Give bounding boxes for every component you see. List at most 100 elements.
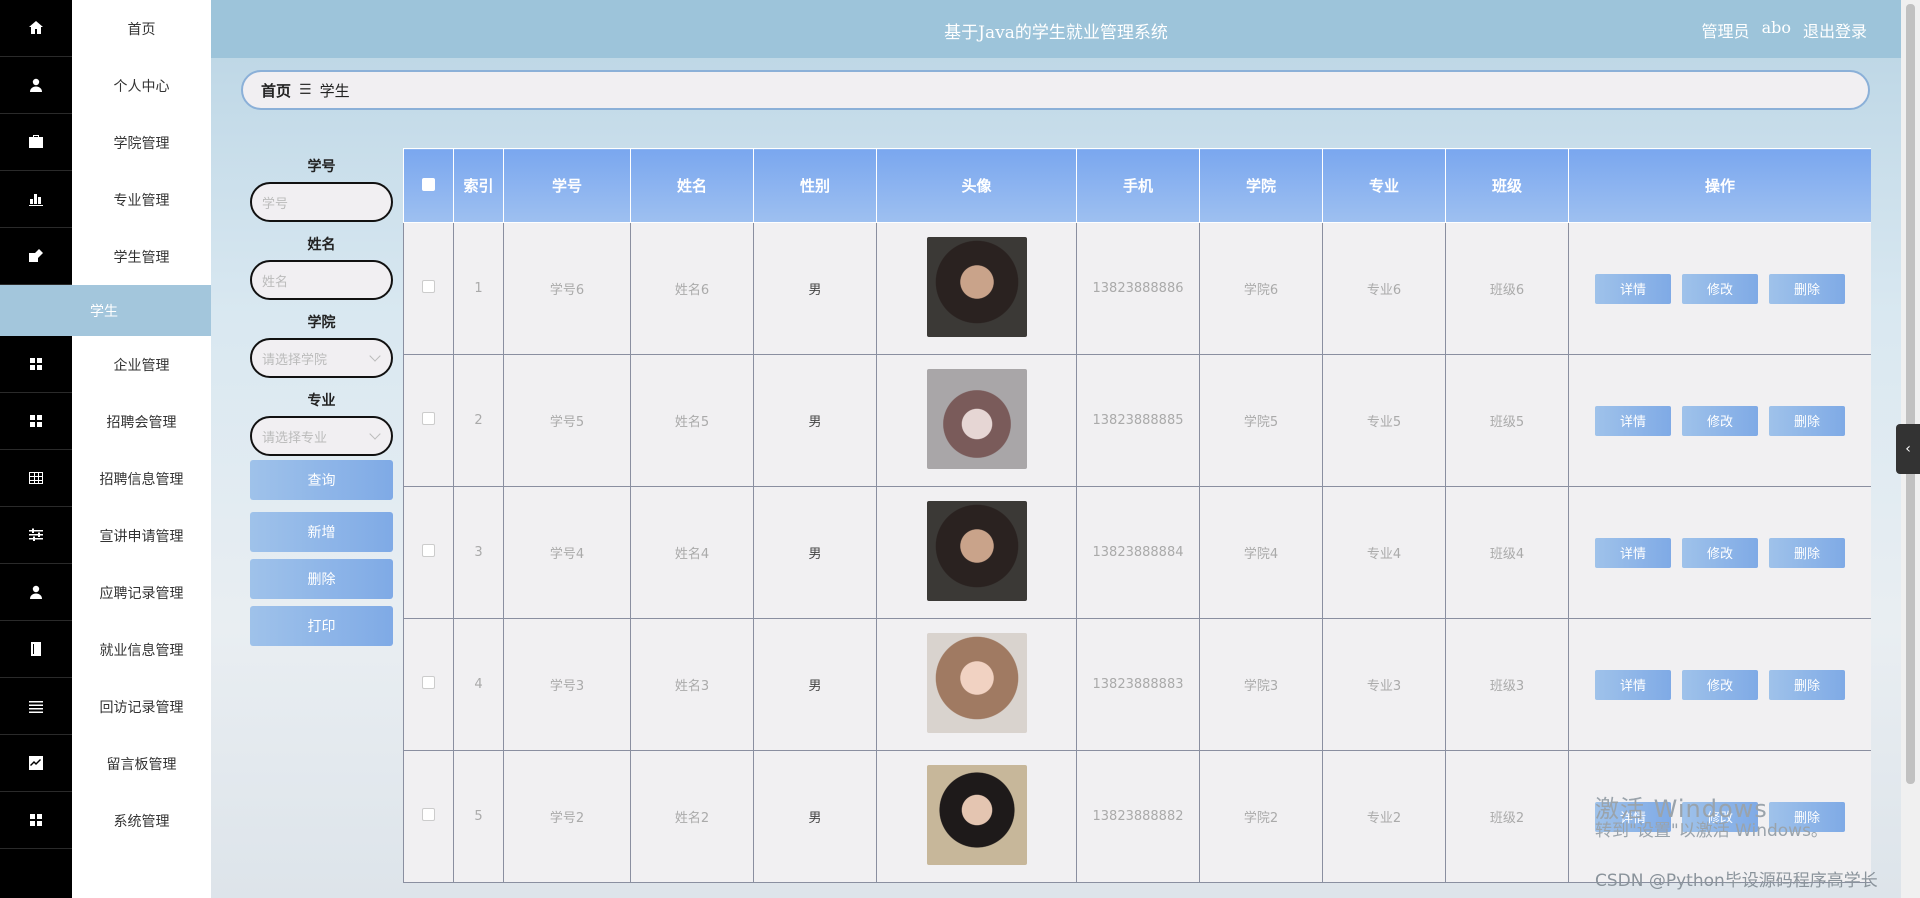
- avatar[interactable]: [926, 368, 1027, 469]
- row-checkbox-cell: [403, 486, 454, 619]
- row-checkbox[interactable]: [422, 412, 435, 425]
- edit-button[interactable]: 修改: [1682, 273, 1758, 304]
- major-label: 专业: [307, 393, 336, 409]
- select-all-checkbox[interactable]: [422, 177, 435, 191]
- cell-phone: 13823888885: [1076, 354, 1200, 487]
- print-button[interactable]: 打印: [250, 606, 393, 646]
- query-button[interactable]: 查询: [250, 460, 393, 500]
- sidebar-item-revisit[interactable]: 回访记录管理: [72, 678, 211, 735]
- sidebar-item-jobfair[interactable]: 招聘会管理: [72, 393, 211, 450]
- header-sex: 性别: [753, 148, 877, 223]
- college-label: 学院: [307, 315, 336, 331]
- edit-button[interactable]: 修改: [1682, 801, 1758, 832]
- cell-student-no: 学号3: [503, 618, 631, 751]
- csdn-watermark: CSDN @Python毕设源码程序高学长: [1595, 871, 1878, 891]
- sliders-icon[interactable]: [0, 507, 72, 564]
- sidebar-item-messages[interactable]: 留言板管理: [72, 735, 211, 792]
- cell-name: 姓名6: [630, 222, 754, 355]
- student-table-container: 索引 学号 姓名 性别 头像 手机 学院 专业 班级 操作 1 学号6 姓名6 …: [403, 148, 1871, 898]
- cell-actions: 详情 修改 删除: [1568, 750, 1871, 883]
- home-icon[interactable]: [0, 0, 72, 57]
- scrollbar-thumb[interactable]: [1906, 4, 1915, 784]
- sidebar-item-recruit-info[interactable]: 招聘信息管理: [72, 450, 211, 507]
- student-no-input[interactable]: 学号: [250, 182, 393, 222]
- briefcase-icon[interactable]: [0, 114, 72, 171]
- cell-major: 专业3: [1322, 618, 1446, 751]
- list-icon[interactable]: [0, 678, 72, 735]
- user-icon[interactable]: [0, 564, 72, 621]
- table-icon[interactable]: [0, 450, 72, 507]
- sidebar-item-application[interactable]: 应聘记录管理: [72, 564, 211, 621]
- avatar[interactable]: [926, 632, 1027, 733]
- detail-button[interactable]: 详情: [1595, 669, 1671, 700]
- cell-college: 学院6: [1199, 222, 1323, 355]
- delete-button[interactable]: 删除: [1769, 273, 1845, 304]
- cell-index: 4: [453, 618, 504, 751]
- detail-button[interactable]: 详情: [1595, 537, 1671, 568]
- cell-index: 5: [453, 750, 504, 883]
- bar-chart-icon[interactable]: [0, 171, 72, 228]
- avatar[interactable]: [926, 236, 1027, 337]
- logout-link[interactable]: 退出登录: [1803, 18, 1867, 42]
- sidebar-item-system[interactable]: 系统管理: [72, 792, 211, 849]
- cell-major: 专业2: [1322, 750, 1446, 883]
- detail-button[interactable]: 详情: [1595, 801, 1671, 832]
- sidebar-item-company[interactable]: 企业管理: [72, 336, 211, 393]
- avatar[interactable]: [926, 764, 1027, 865]
- username: abo: [1761, 18, 1791, 37]
- add-button[interactable]: 新增: [250, 512, 393, 552]
- icon-rail: [0, 0, 72, 898]
- cell-sex: 男: [753, 486, 877, 619]
- grid-icon[interactable]: [0, 336, 72, 393]
- sidebar-item-student-mgmt[interactable]: 学生管理: [72, 228, 211, 285]
- breadcrumb-separator-icon: ☰: [299, 82, 312, 98]
- batch-delete-button[interactable]: 删除: [250, 559, 393, 599]
- sidebar-item-employment[interactable]: 就业信息管理: [72, 621, 211, 678]
- chevron-left-icon[interactable]: ‹: [1896, 424, 1920, 474]
- cell-sex: 男: [753, 618, 877, 751]
- sidebar-item-seminar[interactable]: 宣讲申请管理: [72, 507, 211, 564]
- table-row: 2 学号5 姓名5 男 13823888885 学院5 专业5 班级5 详情 修改…: [403, 354, 1871, 487]
- detail-button[interactable]: 详情: [1595, 405, 1671, 436]
- delete-button[interactable]: 删除: [1769, 801, 1845, 832]
- name-input[interactable]: 姓名: [250, 260, 393, 300]
- college-select[interactable]: 请选择学院: [250, 338, 393, 378]
- cell-avatar: [876, 618, 1077, 751]
- breadcrumb-home[interactable]: 首页: [261, 80, 291, 101]
- row-checkbox[interactable]: [422, 808, 435, 821]
- chevron-down-icon: [369, 428, 381, 440]
- table-row: 1 学号6 姓名6 男 13823888886 学院6 专业6 班级6 详情 修改…: [403, 222, 1871, 355]
- delete-button[interactable]: 删除: [1769, 405, 1845, 436]
- cell-class: 班级5: [1445, 354, 1569, 487]
- cell-sex: 男: [753, 222, 877, 355]
- book-icon[interactable]: [0, 621, 72, 678]
- header-student-no: 学号: [503, 148, 631, 223]
- avatar[interactable]: [926, 500, 1027, 601]
- cell-class: 班级3: [1445, 618, 1569, 751]
- grid-icon[interactable]: [0, 792, 72, 849]
- edit-button[interactable]: 修改: [1682, 405, 1758, 436]
- edit-button[interactable]: 修改: [1682, 669, 1758, 700]
- delete-button[interactable]: 删除: [1769, 537, 1845, 568]
- row-checkbox[interactable]: [422, 544, 435, 557]
- cell-avatar: [876, 486, 1077, 619]
- sidebar-item-major[interactable]: 专业管理: [72, 171, 211, 228]
- sidebar-item-profile[interactable]: 个人中心: [72, 57, 211, 114]
- chart-line-icon[interactable]: [0, 735, 72, 792]
- user-icon[interactable]: [0, 57, 72, 114]
- cell-student-no: 学号4: [503, 486, 631, 619]
- detail-button[interactable]: 详情: [1595, 273, 1671, 304]
- grid-icon[interactable]: [0, 393, 72, 450]
- major-select[interactable]: 请选择专业: [250, 416, 393, 456]
- row-checkbox[interactable]: [422, 280, 435, 293]
- sidebar-subitem-student[interactable]: 学生: [0, 285, 211, 336]
- student-table: 索引 学号 姓名 性别 头像 手机 学院 专业 班级 操作 1 学号6 姓名6 …: [403, 148, 1871, 883]
- sidebar-item-college[interactable]: 学院管理: [72, 114, 211, 171]
- edit-icon[interactable]: [0, 228, 72, 285]
- edit-button[interactable]: 修改: [1682, 537, 1758, 568]
- cell-phone: 13823888883: [1076, 618, 1200, 751]
- sidebar-item-home[interactable]: 首页: [72, 0, 211, 57]
- row-checkbox[interactable]: [422, 676, 435, 689]
- delete-button[interactable]: 删除: [1769, 669, 1845, 700]
- cell-college: 学院4: [1199, 486, 1323, 619]
